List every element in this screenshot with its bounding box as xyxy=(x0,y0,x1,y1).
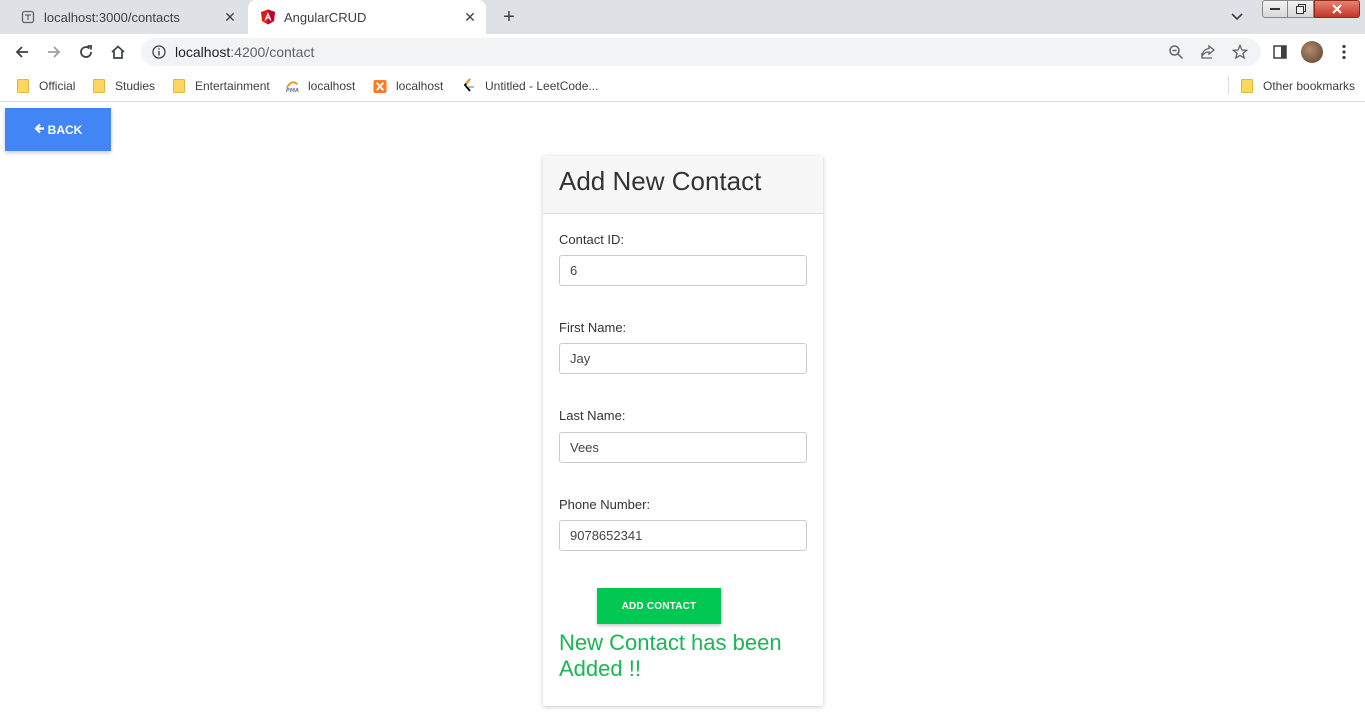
xampp-icon xyxy=(373,79,387,93)
bookmark-label: localhost xyxy=(308,79,356,93)
contact-id-input[interactable] xyxy=(559,255,807,286)
tab-title: AngularCRUD xyxy=(284,9,367,25)
star-icon[interactable] xyxy=(1230,42,1250,62)
bookmark-label: Other bookmarks xyxy=(1263,79,1356,93)
tab-contacts[interactable]: localhost:3000/contacts ✕ xyxy=(8,0,246,34)
bookmark-phpmyadmin[interactable]: PMA localhost xyxy=(285,76,356,96)
bookmark-official[interactable]: Official xyxy=(16,76,75,96)
bookmark-xampp[interactable]: localhost xyxy=(373,76,443,96)
folder-icon xyxy=(16,79,30,93)
bookmarks-bar: Official Studies Entertainment PMA local… xyxy=(0,70,1365,102)
phone-number-input[interactable] xyxy=(559,520,807,551)
leetcode-icon xyxy=(462,78,476,93)
share-icon[interactable] xyxy=(1198,42,1218,62)
restore-button[interactable] xyxy=(1288,0,1314,18)
other-bookmarks[interactable]: Other bookmarks xyxy=(1240,76,1355,96)
back-button-label: BACK xyxy=(47,122,83,137)
arrow-left-icon xyxy=(34,122,45,137)
bookmarks-divider xyxy=(1228,76,1229,94)
svg-text:PMA: PMA xyxy=(286,88,299,94)
address-bar[interactable]: localhost:4200/contact xyxy=(141,38,1261,66)
home-icon[interactable] xyxy=(104,38,132,66)
first-name-input[interactable] xyxy=(559,343,807,374)
back-arrow-icon[interactable] xyxy=(8,38,36,66)
back-button[interactable]: BACK xyxy=(5,108,111,151)
phpmyadmin-icon: PMA xyxy=(285,79,299,94)
bookmark-entertainment[interactable]: Entertainment xyxy=(172,76,270,96)
add-contact-card: Add New Contact Contact ID: First Name: … xyxy=(543,156,823,706)
tab-title: localhost:3000/contacts xyxy=(44,9,180,25)
minimize-button[interactable] xyxy=(1262,0,1288,18)
side-panel-icon[interactable] xyxy=(1270,42,1290,62)
bookmark-label: Entertainment xyxy=(195,79,270,93)
new-tab-button[interactable]: + xyxy=(496,5,522,29)
bookmark-label: Official xyxy=(39,79,76,93)
forward-arrow-icon[interactable] xyxy=(40,38,68,66)
document-icon xyxy=(20,9,36,25)
success-message: New Contact has been Added !! xyxy=(559,630,782,681)
bookmark-leetcode[interactable]: Untitled - LeetCode... xyxy=(462,76,598,96)
form-title: Add New Contact xyxy=(559,166,762,196)
folder-icon xyxy=(172,79,186,93)
url-host: localhost xyxy=(175,44,231,60)
reload-icon[interactable] xyxy=(72,38,100,66)
window-close-button[interactable] xyxy=(1314,0,1360,18)
close-icon[interactable]: ✕ xyxy=(462,9,478,25)
chevron-down-icon[interactable] xyxy=(1225,6,1249,28)
folder-icon xyxy=(1240,79,1254,93)
phone-number-label: Phone Number: xyxy=(559,497,651,512)
tab-angularcrud[interactable]: AngularCRUD ✕ xyxy=(248,0,486,34)
bookmark-label: localhost xyxy=(396,79,444,93)
menu-icon[interactable] xyxy=(1334,42,1354,62)
folder-icon xyxy=(92,79,106,93)
bookmark-label: Studies xyxy=(115,79,156,93)
url-path: :4200/contact xyxy=(230,44,315,60)
angular-icon xyxy=(260,9,276,25)
profile-avatar[interactable] xyxy=(1301,41,1323,63)
card-header: Add New Contact xyxy=(543,156,823,214)
first-name-label: First Name: xyxy=(559,320,627,335)
tab-strip: localhost:3000/contacts ✕ AngularCRUD ✕ … xyxy=(0,0,1365,34)
contact-id-label: Contact ID: xyxy=(559,232,625,247)
info-icon[interactable] xyxy=(151,44,167,60)
bookmark-label: Untitled - LeetCode... xyxy=(485,79,599,93)
bookmark-studies[interactable]: Studies xyxy=(92,76,155,96)
zoom-icon[interactable] xyxy=(1166,42,1186,62)
last-name-input[interactable] xyxy=(559,432,807,463)
last-name-label: Last Name: xyxy=(559,408,626,423)
close-icon[interactable]: ✕ xyxy=(222,9,238,25)
browser-toolbar: localhost:4200/contact xyxy=(0,34,1365,70)
add-contact-button[interactable]: ADD CONTACT xyxy=(597,588,721,624)
